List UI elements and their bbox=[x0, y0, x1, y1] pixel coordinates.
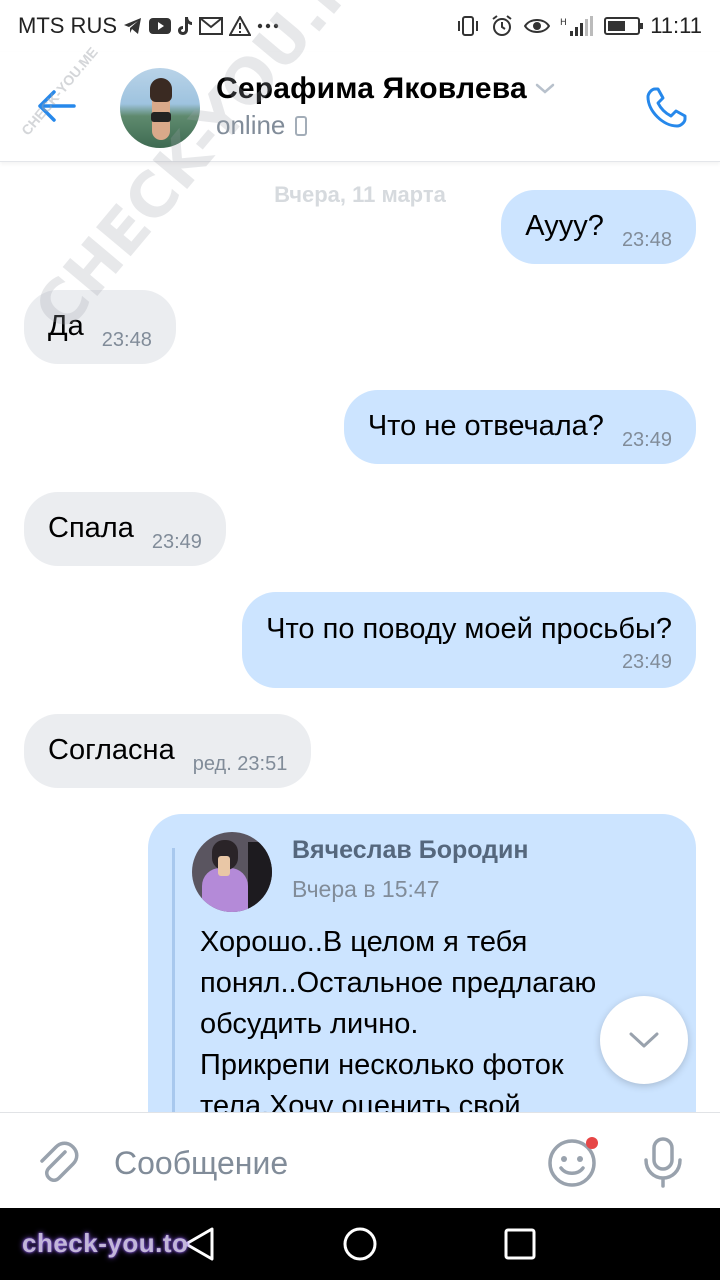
avatar-hair bbox=[150, 78, 172, 102]
mail-icon bbox=[199, 17, 223, 35]
forward-author-name[interactable]: Вячеслав Бородин bbox=[292, 836, 529, 865]
nav-home-button[interactable] bbox=[342, 1226, 378, 1267]
forward-text-line: Прикрепи несколько фоток bbox=[200, 1049, 564, 1081]
tiktok-icon bbox=[177, 16, 193, 36]
message-input[interactable] bbox=[114, 1137, 514, 1189]
message-incoming[interactable]: Спала 23:49 bbox=[24, 492, 226, 566]
arrow-left-icon bbox=[38, 90, 76, 122]
warning-icon bbox=[229, 16, 251, 36]
message-text: Да bbox=[48, 310, 84, 342]
message-time: ред. 23:51 bbox=[192, 753, 288, 775]
message-text: Аууу? bbox=[525, 210, 604, 242]
microphone-icon bbox=[644, 1137, 682, 1188]
message-text: Что не отвечала? bbox=[367, 410, 604, 442]
contact-status: online bbox=[216, 110, 308, 141]
contact-name[interactable]: Серафима Яковлева bbox=[216, 72, 527, 106]
forward-quote-bar bbox=[172, 848, 175, 1112]
forward-text-line: понял..Остальное предлагаю bbox=[200, 967, 597, 999]
attach-button[interactable] bbox=[32, 1137, 82, 1187]
message-text: Согласна bbox=[48, 734, 175, 766]
circle-home-icon bbox=[343, 1227, 377, 1261]
message-outgoing[interactable]: Что не отвечала? 23:49 bbox=[343, 390, 696, 464]
message-outgoing[interactable]: Аууу? 23:48 bbox=[501, 190, 696, 264]
signal-icon: H bbox=[560, 15, 594, 37]
avatar-phone bbox=[218, 856, 230, 876]
chat-header: Серафима Яковлева online bbox=[0, 52, 720, 162]
avatar-background bbox=[248, 842, 272, 912]
square-recents-icon bbox=[504, 1228, 536, 1260]
message-composer bbox=[0, 1112, 720, 1208]
status-text: online bbox=[216, 110, 286, 140]
back-button[interactable] bbox=[28, 82, 84, 130]
nav-recents-button[interactable] bbox=[504, 1228, 536, 1265]
battery-icon bbox=[604, 17, 644, 35]
status-right: H 11:11 bbox=[456, 13, 702, 39]
status-left: MTS RUS bbox=[18, 13, 279, 39]
eye-icon bbox=[524, 17, 551, 35]
message-outgoing[interactable]: Что по поводу моей просьбы? 23:49 bbox=[242, 592, 696, 688]
forward-text-line: тела.Хочу оценить свой bbox=[200, 1090, 521, 1112]
system-navigation-bar: check-you.to bbox=[0, 1208, 720, 1280]
voice-message-button[interactable] bbox=[640, 1135, 686, 1189]
telegram-icon bbox=[123, 17, 143, 35]
message-time: 23:48 bbox=[101, 329, 152, 351]
status-bar: MTS RUS H 11:11 bbox=[0, 0, 720, 52]
emoji-button[interactable] bbox=[546, 1135, 600, 1189]
forward-author-avatar[interactable] bbox=[192, 832, 272, 912]
contact-avatar[interactable] bbox=[120, 68, 200, 148]
youtube-icon bbox=[149, 18, 171, 34]
scroll-down-button[interactable] bbox=[600, 996, 688, 1084]
brand-watermark: check-you.to bbox=[22, 1228, 189, 1258]
message-time: 23:49 bbox=[621, 429, 672, 451]
message-text: Что по поводу моей просьбы? bbox=[266, 612, 672, 645]
message-time: 23:49 bbox=[621, 650, 672, 673]
phone-icon bbox=[646, 87, 687, 128]
message-time: 23:49 bbox=[151, 531, 202, 553]
forward-text: Хорошо..В целом я тебя понял..Остальное … bbox=[200, 922, 670, 1112]
chevron-down-icon[interactable] bbox=[534, 82, 556, 101]
alarm-icon bbox=[490, 14, 514, 38]
carrier-name: MTS RUS bbox=[18, 13, 117, 38]
avatar-suit bbox=[151, 112, 171, 122]
notification-dot bbox=[586, 1137, 598, 1149]
vibrate-icon bbox=[456, 15, 480, 37]
more-icon bbox=[257, 23, 279, 29]
forward-text-line: Хорошо..В целом я тебя bbox=[200, 926, 528, 958]
chat-history[interactable]: Вчера, 11 марта Аууу? 23:48 Да 23:48 Что… bbox=[0, 162, 720, 1112]
svg-text:H: H bbox=[560, 18, 567, 28]
paperclip-icon bbox=[40, 1141, 79, 1182]
battery-fill bbox=[608, 21, 625, 31]
message-incoming[interactable]: Согласна ред. 23:51 bbox=[24, 714, 312, 788]
mobile-device-icon bbox=[295, 115, 308, 136]
clock: 11:11 bbox=[650, 13, 702, 38]
chevron-down-icon bbox=[629, 1032, 659, 1048]
call-button[interactable] bbox=[638, 82, 694, 134]
message-incoming[interactable]: Да 23:48 bbox=[24, 290, 176, 364]
forward-date: Вчера в 15:47 bbox=[292, 876, 440, 902]
message-time: 23:48 bbox=[621, 229, 672, 251]
message-text: Спала bbox=[48, 512, 134, 544]
